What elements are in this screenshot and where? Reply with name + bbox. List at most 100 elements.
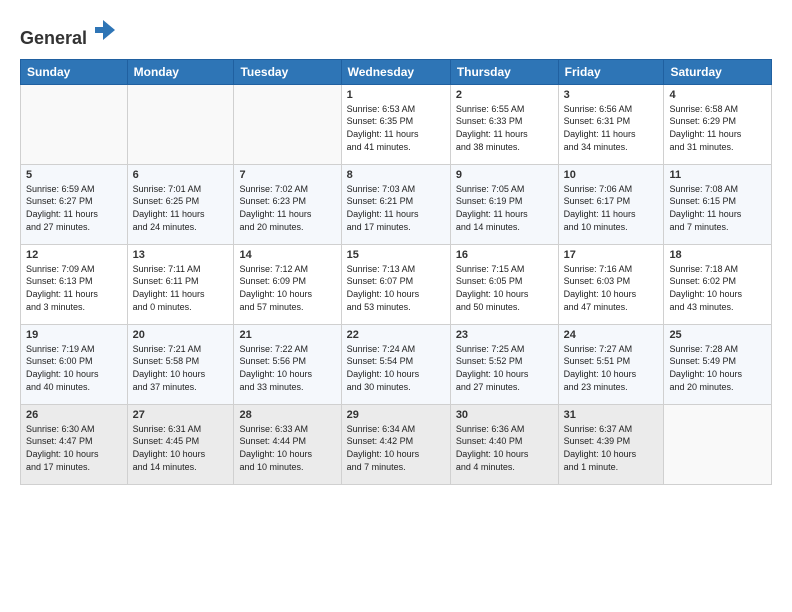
- day-number: 5: [26, 169, 122, 181]
- day-info: Sunrise: 7:22 AM Sunset: 5:56 PM Dayligh…: [239, 343, 335, 393]
- day-number: 6: [133, 169, 229, 181]
- day-cell: 27Sunrise: 6:31 AM Sunset: 4:45 PM Dayli…: [127, 404, 234, 484]
- weekday-header-thursday: Thursday: [450, 59, 558, 84]
- day-cell: 28Sunrise: 6:33 AM Sunset: 4:44 PM Dayli…: [234, 404, 341, 484]
- day-number: 19: [26, 329, 122, 341]
- day-info: Sunrise: 7:25 AM Sunset: 5:52 PM Dayligh…: [456, 343, 553, 393]
- day-cell: 12Sunrise: 7:09 AM Sunset: 6:13 PM Dayli…: [21, 244, 128, 324]
- week-row-2: 5 Sunrise: 6:59 AM Sunset: 6:27 PM Daylig…: [21, 164, 772, 244]
- day-number: 22: [347, 329, 445, 341]
- day-info: Sunrise: 7:16 AM Sunset: 6:03 PM Dayligh…: [564, 263, 659, 313]
- day-cell: 26 Sunrise: 6:30 AM Sunset: 4:47 PM Dayli…: [21, 404, 128, 484]
- day-number: 3: [564, 89, 659, 101]
- day-number: 15: [347, 249, 445, 261]
- day-cell: 24 Sunrise: 7:27 AM Sunset: 5:51 PM Dayli…: [558, 324, 664, 404]
- day-info: Sunrise: 6:56 AM Sunset: 6:31 PM Dayligh…: [564, 103, 659, 153]
- weekday-header-wednesday: Wednesday: [341, 59, 450, 84]
- day-info: Sunrise: 6:31 AM Sunset: 4:45 PM Dayligh…: [133, 423, 229, 473]
- day-number: 28: [239, 409, 335, 421]
- day-cell: 31 Sunrise: 6:37 AM Sunset: 4:39 PM Dayli…: [558, 404, 664, 484]
- day-cell: 11Sunrise: 7:08 AM Sunset: 6:15 PM Dayli…: [664, 164, 772, 244]
- day-cell: 5 Sunrise: 6:59 AM Sunset: 6:27 PM Daylig…: [21, 164, 128, 244]
- day-cell: [234, 84, 341, 164]
- day-cell: 10 Sunrise: 7:06 AM Sunset: 6:17 PM Dayli…: [558, 164, 664, 244]
- day-number: 29: [347, 409, 445, 421]
- page: General SundayMondayTuesdayWednesdayThur…: [0, 0, 792, 612]
- day-info: Sunrise: 7:28 AM Sunset: 5:49 PM Dayligh…: [669, 343, 766, 393]
- logo-arrow-icon: [89, 16, 117, 44]
- day-cell: 18 Sunrise: 7:18 AM Sunset: 6:02 PM Dayli…: [664, 244, 772, 324]
- day-info: Sunrise: 6:53 AM Sunset: 6:35 PM Dayligh…: [347, 103, 445, 153]
- day-info: Sunrise: 7:27 AM Sunset: 5:51 PM Dayligh…: [564, 343, 659, 393]
- day-number: 13: [133, 249, 229, 261]
- calendar: SundayMondayTuesdayWednesdayThursdayFrid…: [20, 59, 772, 485]
- day-cell: 6 Sunrise: 7:01 AM Sunset: 6:25 PM Daylig…: [127, 164, 234, 244]
- day-cell: 25 Sunrise: 7:28 AM Sunset: 5:49 PM Dayli…: [664, 324, 772, 404]
- day-info: Sunrise: 6:36 AM Sunset: 4:40 PM Dayligh…: [456, 423, 553, 473]
- day-info: Sunrise: 7:12 AM Sunset: 6:09 PM Dayligh…: [239, 263, 335, 313]
- day-number: 16: [456, 249, 553, 261]
- day-number: 14: [239, 249, 335, 261]
- day-info: Sunrise: 7:19 AM Sunset: 6:00 PM Dayligh…: [26, 343, 122, 393]
- day-info: Sunrise: 7:11 AM Sunset: 6:11 PM Dayligh…: [133, 263, 229, 313]
- day-number: 11: [669, 169, 766, 181]
- weekday-header-friday: Friday: [558, 59, 664, 84]
- logo-text: General: [20, 16, 117, 49]
- day-number: 21: [239, 329, 335, 341]
- logo: General: [20, 16, 117, 49]
- day-cell: 2 Sunrise: 6:55 AM Sunset: 6:33 PM Daylig…: [450, 84, 558, 164]
- day-number: 2: [456, 89, 553, 101]
- day-info: Sunrise: 7:18 AM Sunset: 6:02 PM Dayligh…: [669, 263, 766, 313]
- day-info: Sunrise: 7:09 AM Sunset: 6:13 PM Dayligh…: [26, 263, 122, 313]
- day-info: Sunrise: 6:37 AM Sunset: 4:39 PM Dayligh…: [564, 423, 659, 473]
- day-number: 31: [564, 409, 659, 421]
- week-row-3: 12Sunrise: 7:09 AM Sunset: 6:13 PM Dayli…: [21, 244, 772, 324]
- day-info: Sunrise: 7:15 AM Sunset: 6:05 PM Dayligh…: [456, 263, 553, 313]
- day-cell: 17 Sunrise: 7:16 AM Sunset: 6:03 PM Dayli…: [558, 244, 664, 324]
- day-info: Sunrise: 6:59 AM Sunset: 6:27 PM Dayligh…: [26, 183, 122, 233]
- header: General: [20, 16, 772, 49]
- day-info: Sunrise: 7:02 AM Sunset: 6:23 PM Dayligh…: [239, 183, 335, 233]
- day-cell: 16 Sunrise: 7:15 AM Sunset: 6:05 PM Dayli…: [450, 244, 558, 324]
- day-info: Sunrise: 7:05 AM Sunset: 6:19 PM Dayligh…: [456, 183, 553, 233]
- day-cell: 15 Sunrise: 7:13 AM Sunset: 6:07 PM Dayli…: [341, 244, 450, 324]
- day-number: 26: [26, 409, 122, 421]
- day-number: 25: [669, 329, 766, 341]
- day-number: 1: [347, 89, 445, 101]
- day-number: 17: [564, 249, 659, 261]
- day-cell: 19 Sunrise: 7:19 AM Sunset: 6:00 PM Dayli…: [21, 324, 128, 404]
- day-cell: [21, 84, 128, 164]
- weekday-header-sunday: Sunday: [21, 59, 128, 84]
- day-info: Sunrise: 7:01 AM Sunset: 6:25 PM Dayligh…: [133, 183, 229, 233]
- day-number: 18: [669, 249, 766, 261]
- day-cell: 4Sunrise: 6:58 AM Sunset: 6:29 PM Daylig…: [664, 84, 772, 164]
- day-info: Sunrise: 7:24 AM Sunset: 5:54 PM Dayligh…: [347, 343, 445, 393]
- weekday-header-row: SundayMondayTuesdayWednesdayThursdayFrid…: [21, 59, 772, 84]
- day-number: 23: [456, 329, 553, 341]
- day-info: Sunrise: 7:06 AM Sunset: 6:17 PM Dayligh…: [564, 183, 659, 233]
- day-cell: 29Sunrise: 6:34 AM Sunset: 4:42 PM Dayli…: [341, 404, 450, 484]
- day-cell: 20Sunrise: 7:21 AM Sunset: 5:58 PM Dayli…: [127, 324, 234, 404]
- weekday-header-saturday: Saturday: [664, 59, 772, 84]
- day-number: 9: [456, 169, 553, 181]
- day-info: Sunrise: 7:13 AM Sunset: 6:07 PM Dayligh…: [347, 263, 445, 313]
- day-number: 10: [564, 169, 659, 181]
- week-row-5: 26 Sunrise: 6:30 AM Sunset: 4:47 PM Dayli…: [21, 404, 772, 484]
- day-cell: 13 Sunrise: 7:11 AM Sunset: 6:11 PM Dayli…: [127, 244, 234, 324]
- day-info: Sunrise: 7:21 AM Sunset: 5:58 PM Dayligh…: [133, 343, 229, 393]
- week-row-1: 1 Sunrise: 6:53 AM Sunset: 6:35 PM Daylig…: [21, 84, 772, 164]
- weekday-header-monday: Monday: [127, 59, 234, 84]
- day-info: Sunrise: 6:58 AM Sunset: 6:29 PM Dayligh…: [669, 103, 766, 153]
- weekday-header-tuesday: Tuesday: [234, 59, 341, 84]
- day-info: Sunrise: 7:03 AM Sunset: 6:21 PM Dayligh…: [347, 183, 445, 233]
- day-cell: 21 Sunrise: 7:22 AM Sunset: 5:56 PM Dayli…: [234, 324, 341, 404]
- day-info: Sunrise: 6:55 AM Sunset: 6:33 PM Dayligh…: [456, 103, 553, 153]
- logo-general: General: [20, 28, 87, 48]
- day-cell: 22 Sunrise: 7:24 AM Sunset: 5:54 PM Dayli…: [341, 324, 450, 404]
- day-number: 30: [456, 409, 553, 421]
- day-cell: 8 Sunrise: 7:03 AM Sunset: 6:21 PM Daylig…: [341, 164, 450, 244]
- day-number: 24: [564, 329, 659, 341]
- day-number: 8: [347, 169, 445, 181]
- day-cell: 1 Sunrise: 6:53 AM Sunset: 6:35 PM Daylig…: [341, 84, 450, 164]
- day-info: Sunrise: 6:30 AM Sunset: 4:47 PM Dayligh…: [26, 423, 122, 473]
